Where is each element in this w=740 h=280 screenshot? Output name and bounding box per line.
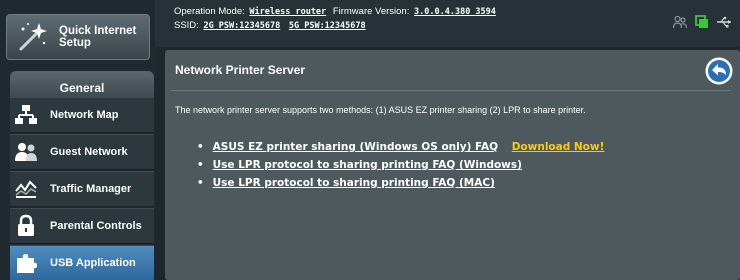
ssid-5g-link[interactable]: 5G_PSW:12345678 bbox=[289, 21, 366, 31]
ssid-2g-link[interactable]: 2G_PSW:12345678 bbox=[203, 21, 280, 31]
operation-mode-label: Operation Mode: bbox=[174, 6, 245, 17]
quick-internet-setup-label: Quick Internet Setup bbox=[59, 25, 137, 49]
lpr-windows-faq-link[interactable]: Use LPR protocol to sharing printing FAQ… bbox=[213, 159, 522, 171]
sidebar-item-usb-application[interactable]: USB Application bbox=[10, 245, 154, 280]
sidebar-item-label: Traffic Manager bbox=[50, 183, 132, 195]
general-section-header: General bbox=[10, 71, 154, 97]
list-item: • Use LPR protocol to sharing printing F… bbox=[197, 159, 522, 171]
sidebar-item-network-map[interactable]: Network Map bbox=[10, 97, 154, 133]
sidebar-item-traffic-manager[interactable]: Traffic Manager bbox=[10, 171, 154, 207]
sidebar-item-label: Network Map bbox=[50, 109, 119, 121]
intro-text: The network printer server supports two … bbox=[175, 105, 586, 115]
sidebar-item-parental-controls[interactable]: Parental Controls bbox=[10, 208, 154, 244]
firmware-label: Firmware Version: bbox=[332, 6, 410, 17]
operation-mode-link[interactable]: Wireless router bbox=[249, 7, 326, 17]
network-printer-server-panel: Network Printer Server The network print… bbox=[165, 50, 740, 280]
quick-internet-setup-button[interactable]: Quick Internet Setup bbox=[6, 14, 150, 60]
download-now-link[interactable]: Download Now! bbox=[512, 141, 605, 153]
list-item: • ASUS EZ printer sharing (Windows OS on… bbox=[197, 141, 605, 153]
usb-status-icon[interactable] bbox=[694, 14, 710, 30]
back-arrow-icon[interactable] bbox=[704, 56, 734, 86]
sidebar: Quick Internet Setup General Network Map… bbox=[0, 0, 155, 280]
ez-printer-faq-link[interactable]: ASUS EZ printer sharing (Windows OS only… bbox=[213, 141, 498, 153]
status-icons bbox=[672, 14, 732, 30]
magic-wand-icon bbox=[19, 23, 47, 51]
network-map-icon bbox=[15, 105, 37, 124]
sidebar-item-label: Guest Network bbox=[50, 146, 128, 158]
list-item: • Use LPR protocol to sharing printing F… bbox=[197, 177, 495, 189]
faq-link-list: • ASUS EZ printer sharing (Windows OS on… bbox=[197, 138, 604, 192]
guest-users-icon bbox=[15, 143, 37, 161]
operation-mode-line: Operation Mode: Wireless router Firmware… bbox=[174, 6, 500, 17]
status-bar: Operation Mode: Wireless router Firmware… bbox=[155, 0, 740, 47]
lpr-mac-faq-link[interactable]: Use LPR protocol to sharing printing FAQ… bbox=[213, 177, 495, 189]
usb-plug-icon[interactable] bbox=[716, 14, 732, 30]
sidebar-item-label: Parental Controls bbox=[50, 220, 142, 232]
clients-icon[interactable] bbox=[672, 14, 688, 30]
title-divider bbox=[171, 90, 731, 91]
puzzle-icon bbox=[17, 254, 37, 273]
sidebar-item-guest-network[interactable]: Guest Network bbox=[10, 134, 154, 170]
lock-icon bbox=[18, 214, 34, 236]
ssid-line: SSID: 2G_PSW:12345678 5G_PSW:12345678 bbox=[174, 20, 370, 31]
traffic-chart-icon bbox=[15, 180, 37, 198]
page-title: Network Printer Server bbox=[175, 63, 306, 77]
ssid-label: SSID: bbox=[174, 20, 199, 31]
firmware-version-link[interactable]: 3.0.0.4.380_3594 bbox=[414, 7, 496, 17]
sidebar-item-label: USB Application bbox=[50, 257, 136, 269]
